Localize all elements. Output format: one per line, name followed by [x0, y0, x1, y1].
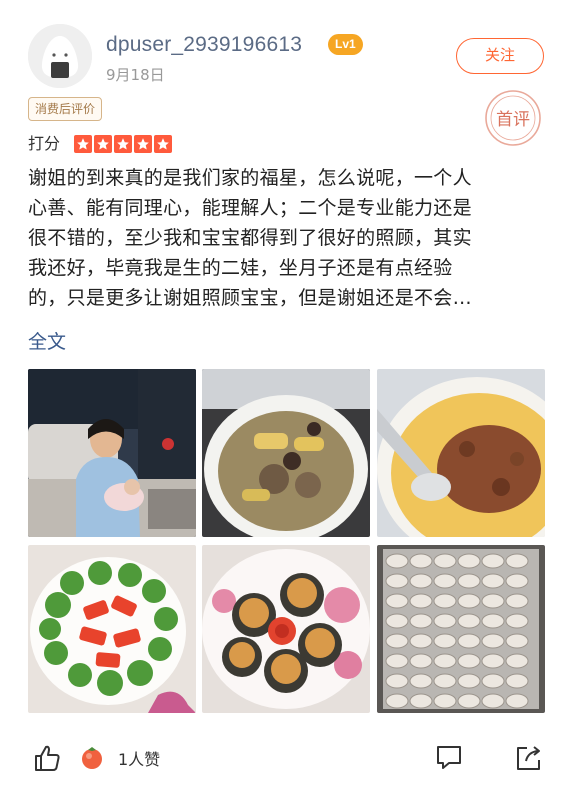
- action-bar: 1人赞: [0, 730, 574, 790]
- tomato-icon: [82, 747, 102, 769]
- avatar[interactable]: [28, 24, 92, 88]
- review-text[interactable]: 谢姐的到来真的是我们家的福星，怎么说呢，一个人 心善、能有同理心，能理解人；二个…: [28, 163, 548, 313]
- star-icon: [134, 135, 152, 153]
- stamp-text: 首评: [496, 110, 530, 130]
- review-line: 心善、能有同理心，能理解人；二个是专业能力还是: [28, 197, 472, 219]
- rating-label: 打分: [28, 134, 61, 153]
- username[interactable]: dpuser_2939196613: [106, 33, 302, 57]
- photo-dumplings[interactable]: [377, 545, 545, 713]
- rating-stars: [74, 135, 172, 153]
- review-date: 9月18日: [106, 66, 165, 84]
- comment-icon[interactable]: [435, 743, 463, 771]
- photo-mother-baby[interactable]: [28, 369, 196, 537]
- thumbs-up-icon[interactable]: [32, 743, 62, 773]
- review-line: 的，只是更多让谢姐照顾宝宝，但是谢姐还是不会…: [28, 287, 472, 309]
- level-badge: Lv1: [328, 34, 363, 55]
- share-icon[interactable]: [514, 743, 544, 773]
- onigiri-avatar-icon: [28, 24, 92, 88]
- star-icon: [114, 135, 132, 153]
- review-line: 很不错的，至少我和宝宝都得到了很好的照顾，其实: [28, 227, 472, 249]
- star-icon: [94, 135, 112, 153]
- photo-broccoli-tomato[interactable]: [28, 545, 196, 713]
- full-text-link[interactable]: 全文: [28, 327, 66, 354]
- review-header: dpuser_2939196613 Lv1 9月18日 关注: [0, 0, 574, 95]
- star-icon: [74, 135, 92, 153]
- photo-stuffed-mushroom[interactable]: [202, 545, 370, 713]
- photo-grid: [28, 369, 545, 714]
- like-count: 1人赞: [118, 750, 161, 769]
- photo-corn-soup[interactable]: [202, 369, 370, 537]
- consumed-tag: 消费后评价: [28, 97, 103, 121]
- star-icon: [154, 135, 172, 153]
- first-review-stamp-icon: 首评: [485, 90, 541, 146]
- review-line: 我还好，毕竟我是生的二娃，坐月子还是有点经验: [28, 257, 453, 279]
- follow-button[interactable]: 关注: [456, 38, 544, 74]
- photo-steamed-egg[interactable]: [377, 369, 545, 537]
- review-line: 谢姐的到来真的是我们家的福星，怎么说呢，一个人: [28, 167, 472, 189]
